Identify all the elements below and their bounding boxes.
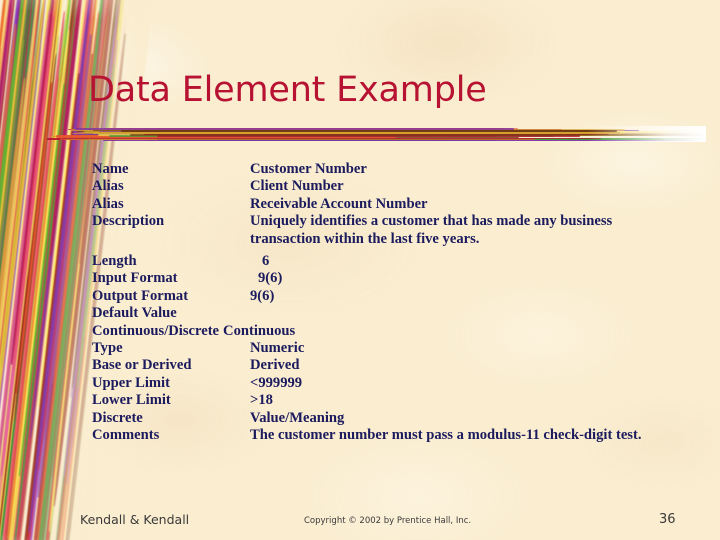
data-element-definition-list: Name Customer Number Alias Client Number Ali… bbox=[92, 161, 716, 445]
definition-label: Name bbox=[92, 161, 129, 177]
definition-row: Alias Receivable Account Number bbox=[92, 196, 716, 213]
definition-value: Numeric bbox=[250, 340, 305, 357]
definition-value: Uniquely identifies a customer that has … bbox=[250, 213, 613, 230]
slide: Data Element Example Name Customer Number… bbox=[0, 0, 720, 540]
definition-value: The customer number must pass a modulus-… bbox=[250, 427, 642, 444]
definition-value: 9(6) bbox=[258, 270, 283, 287]
page-title: Data Element Example bbox=[88, 70, 487, 110]
definition-value: Value/Meaning bbox=[250, 409, 345, 426]
definition-label: Comments bbox=[92, 427, 160, 444]
definition-label: Type bbox=[92, 340, 123, 357]
definition-label: Length bbox=[92, 253, 137, 270]
footer-copyright: Copyright © 2002 by Prentice Hall, Inc. bbox=[304, 516, 472, 526]
definition-row: Lower Limit >18 bbox=[92, 392, 716, 409]
definition-label: Upper Limit bbox=[92, 374, 170, 391]
definition-label: Input Format bbox=[92, 270, 178, 287]
definition-value: 6 bbox=[262, 253, 270, 270]
definition-value: Derived bbox=[250, 357, 300, 374]
definition-row: Continuous/Discrete Continuous bbox=[92, 323, 716, 340]
definition-row: Input Format 9(6) bbox=[92, 270, 716, 287]
definition-value: 9(6) bbox=[250, 287, 275, 304]
definition-value: <999999 bbox=[250, 374, 303, 391]
definition-row: Description Uniquely identifies a custome… bbox=[92, 213, 716, 230]
definition-value: Receivable Account Number bbox=[250, 195, 428, 212]
definition-label: Base or Derived bbox=[92, 357, 192, 374]
footer-page-number: 36 bbox=[659, 512, 676, 527]
definition-row: Default Value bbox=[92, 305, 716, 322]
definition-label: Output Format bbox=[92, 287, 189, 304]
definition-row: Base or Derived Derived bbox=[92, 357, 716, 374]
definition-row: Type Numeric bbox=[92, 340, 716, 357]
definition-label: Alias bbox=[92, 178, 124, 195]
definition-value: Client Number bbox=[250, 178, 344, 195]
definition-label: Continuous/Discrete bbox=[92, 322, 220, 339]
definition-label: Alias bbox=[92, 195, 124, 212]
definition-row: Length 6 bbox=[92, 253, 716, 270]
definition-row: Name Customer Number bbox=[92, 161, 716, 178]
definition-value: >18 bbox=[250, 392, 273, 409]
definition-row: Discrete Value/Meaning bbox=[92, 410, 716, 427]
definition-label: Discrete bbox=[92, 409, 143, 426]
definition-label: Default Value bbox=[92, 305, 177, 322]
definition-label: Description bbox=[92, 213, 165, 230]
footer-author: Kendall & Kendall bbox=[80, 512, 190, 527]
definition-row: Comments The customer number must pass a … bbox=[92, 427, 716, 444]
definition-row: Output Format 9(6) bbox=[92, 288, 716, 305]
definition-label: Lower Limit bbox=[92, 392, 171, 409]
definition-value: Continuous bbox=[223, 322, 296, 339]
definition-value: Customer Number bbox=[250, 161, 367, 177]
definition-value-continuation: transaction within the last five years. bbox=[250, 230, 480, 247]
title-divider-rule bbox=[46, 126, 706, 142]
definition-row: Upper Limit <999999 bbox=[92, 375, 716, 392]
divider-fade bbox=[46, 126, 706, 142]
definition-row: Alias Client Number bbox=[92, 178, 716, 195]
